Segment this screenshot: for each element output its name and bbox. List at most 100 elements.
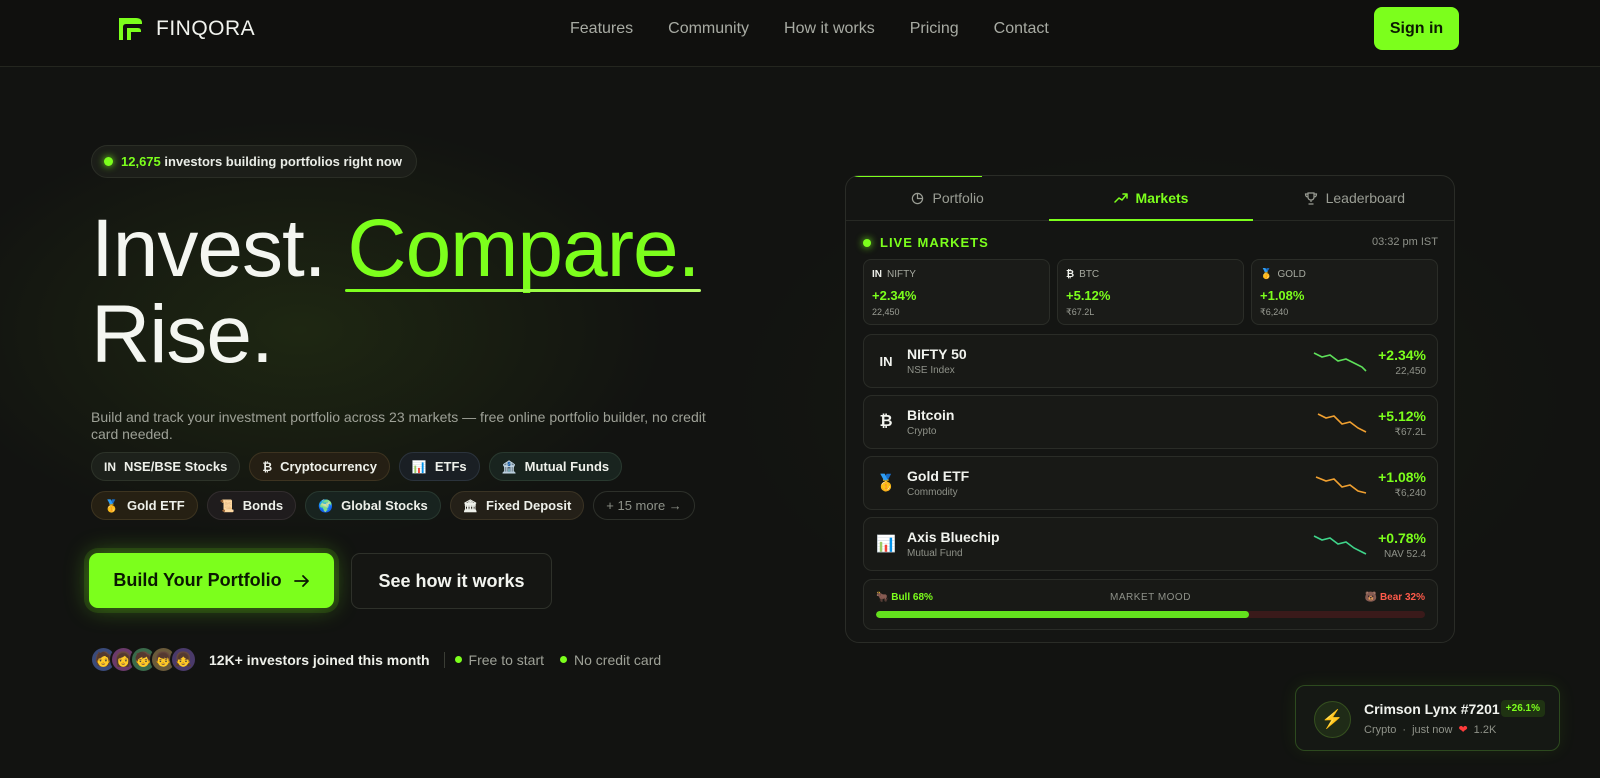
row-sub: Mutual Fund [907,548,963,559]
arrow-right-icon [293,574,309,587]
hero-subtitle: Build and track your investment portfoli… [91,409,706,442]
tag-label: Bonds [242,498,284,513]
no-credit-card-label: No credit card [574,651,662,668]
row-change: +2.34% [1378,347,1426,363]
mini-tickers: IN NIFTY +2.34% 22,450 ₿ BTC +5.12% ₹67.2L… [863,259,1438,325]
tag-fixed-deposit[interactable]: 🏛 Fixed Deposit [449,491,585,520]
market-row-axis-bluechip[interactable]: 📊 Axis Bluechip Mutual Fund +0.78% NAV 52.… [863,517,1438,571]
live-investors-badge: 12,675 investors building portfolios rig… [91,145,417,178]
row-name: Bitcoin [907,407,955,423]
build-portfolio-label: Build Your Portfolio [113,570,282,590]
row-name: NIFTY 50 [907,346,967,362]
tag-stocks[interactable]: IN NSE/BSE Stocks [91,452,241,481]
mini-ticker-gold[interactable]: 🥇 GOLD +1.08% ₹6,240 [1251,259,1438,325]
mini-name: GOLD [1277,269,1306,280]
market-row-bitcoin[interactable]: ₿ Bitcoin Crypto +5.12% ₹67.2L [863,395,1438,449]
toast-gain-badge: +26.1% [1500,700,1545,717]
mini-value: 22,450 [872,307,900,317]
row-value: ₹67.2L [1394,427,1426,438]
card-tabs: Portfolio Markets Leaderboard [846,176,1454,221]
bank-icon: 🏦 [501,459,517,474]
divider [443,651,445,668]
tag-more[interactable]: + 15 more → [593,491,695,520]
heart-icon: ❤ [1458,724,1468,736]
sparkline [1313,535,1367,555]
live-text: investors building portfolios right now [164,154,402,169]
tag-label: Fixed Deposit [486,498,572,513]
row-change: +5.12% [1378,408,1426,424]
tag-label: ETFs [434,459,467,474]
joined-text: 12K+ investors joined this month [209,651,430,668]
free-to-start-label: Free to start [468,651,545,668]
hero-title-part2: Rise. [91,289,274,380]
toast-time: just now [1412,723,1453,736]
avatar: 👧 [170,646,197,673]
bitcoin-icon: ₿ [879,413,893,430]
mini-ticker-btc[interactable]: ₿ BTC +5.12% ₹67.2L [1057,259,1244,325]
build-portfolio-button[interactable]: Build Your Portfolio [89,553,334,608]
tag-bonds[interactable]: 📜 Bonds [206,491,297,520]
free-to-start: Free to start [454,651,545,668]
market-mood: 🐂 Bull 68% MARKET MOOD 🐻 Bear 32% [863,579,1438,630]
logo-mark-icon [119,18,142,40]
nav-link-contact[interactable]: Contact [994,20,1049,38]
sparkline [1315,476,1367,494]
row-change: +1.08% [1378,469,1426,485]
gold-medal-icon: 🥇 [876,475,896,492]
tag-crypto[interactable]: ₿ Cryptocurrency [249,452,390,481]
tag-mutual-funds[interactable]: 🏦 Mutual Funds [488,452,623,481]
toast-name: Crimson Lynx #7201 [1364,701,1500,717]
activity-toast[interactable]: ⚡ Crimson Lynx #7201 +26.1% Crypto · jus… [1295,685,1560,751]
mini-ticker-nifty[interactable]: IN NIFTY +2.34% 22,450 [863,259,1050,325]
tab-leaderboard[interactable]: Leaderboard [1253,176,1454,220]
gold-medal-icon: 🥇 [104,498,119,513]
tag-label: NSE/BSE Stocks [124,459,228,474]
bitcoin-icon: ₿ [262,459,273,474]
bar-chart-icon: 📊 [411,459,427,474]
tab-markets[interactable]: Markets [1049,176,1253,221]
market-row-gold-etf[interactable]: 🥇 Gold ETF Commodity +1.08% ₹6,240 [863,456,1438,510]
nav-link-community[interactable]: Community [668,20,749,38]
tab-label: Leaderboard [1325,190,1406,206]
bear-label: 🐻 Bear 32% [1364,592,1425,603]
mini-change: +1.08% [1260,288,1305,303]
check-dot-icon [454,656,462,663]
logo[interactable]: FINQORA [116,14,255,44]
mini-change: +5.12% [1066,288,1111,303]
india-flag-icon: IN [879,353,893,369]
bar-chart-icon: 📊 [876,536,896,553]
sparkline [1317,413,1367,433]
nav-link-features[interactable]: Features [570,20,633,38]
tag-etfs[interactable]: 📊 ETFs [398,452,480,481]
sparkline [1313,352,1367,372]
sign-in-button[interactable]: Sign in [1374,7,1459,50]
mini-change: +2.34% [872,288,917,303]
row-value: 22,450 [1395,366,1426,377]
row-sub: Commodity [907,487,958,498]
tag-global-stocks[interactable]: 🌍 Global Stocks [305,491,441,520]
tab-portfolio[interactable]: Portfolio [846,176,1049,220]
see-how-it-works-button[interactable]: See how it works [351,553,552,609]
nav-links: Features Community How it works Pricing … [570,20,1049,38]
tag-gold-etf[interactable]: 🥇 Gold ETF [91,491,198,520]
row-change: +0.78% [1378,530,1426,546]
live-markets-header: LIVE MARKETS [863,235,989,250]
hero-title: Invest. Compare. Rise. [91,203,700,380]
tab-label: Markets [1135,190,1189,206]
row-sub: NSE Index [907,365,955,376]
market-rows: IN NIFTY 50 NSE Index +2.34% 22,450 ₿ Bitc… [863,334,1438,578]
nav-link-how-it-works[interactable]: How it works [784,20,875,38]
hero-title-accent: Compare. [347,203,700,294]
mood-bar-fill [876,611,1250,618]
dot-separator: · [1402,723,1407,736]
market-row-nifty[interactable]: IN NIFTY 50 NSE Index +2.34% 22,450 [863,334,1438,388]
mini-value: ₹6,240 [1260,307,1289,317]
trophy-icon [1304,191,1317,205]
tag-label: Cryptocurrency [280,459,377,474]
lightning-icon: ⚡ [1314,701,1351,738]
toast-likes: 1.2K [1473,723,1497,736]
nav-link-pricing[interactable]: Pricing [910,20,959,38]
row-name: Axis Bluechip [907,529,1000,545]
scroll-icon: 📜 [219,498,235,513]
brand-name: FINQORA [156,17,256,40]
